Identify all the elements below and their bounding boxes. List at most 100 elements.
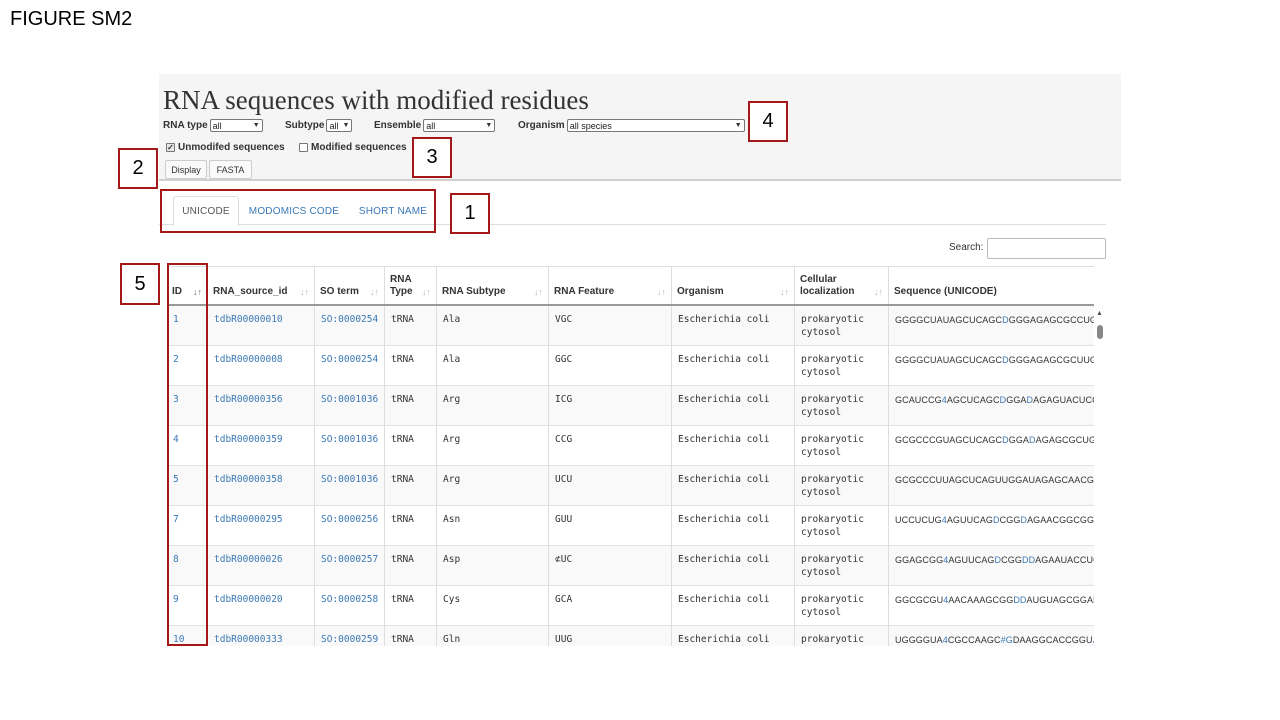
table-row[interactable]: 2 tdbR00000008 SO:0000254 tRNA Ala GGC Escheri… <box>167 346 1094 386</box>
row-localization: prokaryotic cytosol <box>795 466 889 505</box>
col-header-rna-source-id[interactable]: RNA_source_id ↓↑ <box>208 267 315 304</box>
row-rna-type: tRNA <box>385 506 437 545</box>
table-row[interactable]: 3 tdbR00000356 SO:0001036 tRNA Arg ICG Escheri… <box>167 386 1094 426</box>
table-scrollbar[interactable]: ▲ <box>1096 310 1104 646</box>
col-header-rna-type[interactable]: RNA Type ↓↑ <box>385 267 437 304</box>
modified-residue: D <box>993 515 1000 525</box>
sequence-segment: CGG <box>999 515 1021 525</box>
sequence-segment: AGUUCAG <box>946 515 994 525</box>
scroll-up-icon[interactable]: ▲ <box>1096 310 1103 317</box>
row-sequence: GCGCCCGUAGCUCAGCDGGADAGAGCGCUGCC#U <box>889 426 1094 465</box>
row-so-term[interactable]: SO:0000254 <box>315 346 385 385</box>
sequence-segment: GGGAGAGCGCCUGCUUV <box>1008 315 1094 325</box>
chevron-down-icon: ▼ <box>342 122 350 129</box>
row-source-id[interactable]: tdbR00000295 <box>208 506 315 545</box>
sequence-segment: AUGUAGCGGA <box>1026 595 1094 605</box>
page-title: RNA sequences with modified residues <box>163 85 589 115</box>
row-localization: prokaryotic cytosol <box>795 546 889 585</box>
sequence-segment: CGCCAAGC <box>947 635 1001 645</box>
sort-icon: ↓↑ <box>300 287 309 297</box>
row-feature: ⊄UC <box>549 546 672 585</box>
sequence-segment: GGGGCUAUAGCUCAGC <box>895 355 1003 365</box>
ensemble-select[interactable]: all ▼ <box>423 119 496 132</box>
subtype-select[interactable]: all ▼ <box>326 119 353 132</box>
rna-type-select[interactable]: all ▼ <box>209 119 263 132</box>
row-organism: Escherichia coli <box>672 466 795 505</box>
row-organism: Escherichia coli <box>672 546 795 585</box>
row-subtype: Gln <box>437 626 549 646</box>
table-row[interactable]: 10 tdbR00000333 SO:0000259 tRNA Gln UUG Escher… <box>167 626 1094 646</box>
rna-sequences-app: RNA sequences with modified residues RNA… <box>159 74 1121 646</box>
col-header-so-term[interactable]: SO term ↓↑ <box>315 267 385 304</box>
row-subtype: Cys <box>437 586 549 625</box>
row-so-term[interactable]: SO:0000254 <box>315 306 385 345</box>
row-localization: prokaryotic cytosol <box>795 386 889 425</box>
unmodified-checkbox[interactable]: ✓ <box>166 143 175 152</box>
table-row[interactable]: 9 tdbR00000020 SO:0000258 tRNA Cys GCA Escheri… <box>167 586 1094 626</box>
table-row[interactable]: 1 tdbR00000010 SO:0000254 tRNA Ala VGC Escheri… <box>167 306 1094 346</box>
row-sequence: GGAGCGG4AGUUCAGDCGGDDAGAAUACCUGCCU <box>889 546 1094 585</box>
row-rna-type: tRNA <box>385 546 437 585</box>
row-rna-type: tRNA <box>385 626 437 646</box>
sequence-table: ID ↓↑ RNA_source_id ↓↑ SO term ↓↑ RNA Type ↓… <box>167 266 1094 646</box>
display-button[interactable]: Display <box>165 160 207 179</box>
row-feature: ICG <box>549 386 672 425</box>
row-subtype: Asp <box>437 546 549 585</box>
row-so-term[interactable]: SO:0001036 <box>315 466 385 505</box>
col-header-organism[interactable]: Organism ↓↑ <box>672 267 795 304</box>
row-source-id[interactable]: tdbR00000356 <box>208 386 315 425</box>
figure-label: FIGURE SM2 <box>10 8 133 30</box>
annotation-number: 1 <box>450 193 490 234</box>
col-header-label: RNA Feature <box>554 286 615 297</box>
row-organism: Escherichia coli <box>672 586 795 625</box>
row-source-id[interactable]: tdbR00000359 <box>208 426 315 465</box>
row-source-id[interactable]: tdbR00000358 <box>208 466 315 505</box>
scrollbar-thumb[interactable] <box>1097 325 1103 339</box>
annotation-number: 3 <box>412 137 452 178</box>
row-source-id[interactable]: tdbR00000020 <box>208 586 315 625</box>
col-header-rna-subtype[interactable]: RNA Subtype ↓↑ <box>437 267 549 304</box>
col-header-rna-feature[interactable]: RNA Feature ↓↑ <box>549 267 672 304</box>
row-so-term[interactable]: SO:0001036 <box>315 386 385 425</box>
col-header-label: RNA_source_id <box>213 286 288 297</box>
table-row[interactable]: 5 tdbR00000358 SO:0001036 tRNA Arg UCU Escheri… <box>167 466 1094 506</box>
filter-panel: RNA sequences with modified residues RNA… <box>159 74 1121 181</box>
row-so-term[interactable]: SO:0000259 <box>315 626 385 646</box>
row-so-term[interactable]: SO:0001036 <box>315 426 385 465</box>
col-header-label: Cellular localization <box>800 274 855 297</box>
table-row[interactable]: 7 tdbR00000295 SO:0000256 tRNA Asn GUU Escheri… <box>167 506 1094 546</box>
row-localization: prokaryotic cytosol <box>795 306 889 345</box>
organism-filter: Organism all species ▼ <box>518 119 745 132</box>
search-input[interactable] <box>987 238 1106 259</box>
modified-checkbox[interactable] <box>299 143 308 152</box>
annotation-number: 2 <box>118 148 158 189</box>
col-header-label: Organism <box>677 286 724 297</box>
table-row[interactable]: 4 tdbR00000359 SO:0001036 tRNA Arg CCG Escheri… <box>167 426 1094 466</box>
row-localization: prokaryotic cytosol <box>795 586 889 625</box>
table-row[interactable]: 8 tdbR00000026 SO:0000257 tRNA Asp ⊄UC Escheri… <box>167 546 1094 586</box>
row-so-term[interactable]: SO:0000256 <box>315 506 385 545</box>
row-source-id[interactable]: tdbR00000010 <box>208 306 315 345</box>
modified-residue: DD <box>1021 555 1036 565</box>
row-feature: UUG <box>549 626 672 646</box>
row-so-term[interactable]: SO:0000258 <box>315 586 385 625</box>
row-rna-type: tRNA <box>385 386 437 425</box>
sort-icon: ↓↑ <box>657 287 666 297</box>
row-rna-type: tRNA <box>385 306 437 345</box>
row-organism: Escherichia coli <box>672 626 795 646</box>
ensemble-value: all <box>426 120 436 131</box>
row-source-id[interactable]: tdbR00000008 <box>208 346 315 385</box>
col-header-cellular-localization[interactable]: Cellular localization ↓↑ <box>795 267 889 304</box>
row-source-id[interactable]: tdbR00000026 <box>208 546 315 585</box>
row-sequence: GCGCCCUUAGCUCAGUUGGAUAGAGCAACGAC#U <box>889 466 1094 505</box>
col-header-sequence[interactable]: Sequence (UNICODE) <box>889 267 1094 304</box>
modified-residue: #G <box>1000 635 1013 645</box>
fasta-button[interactable]: FASTA <box>209 160 252 179</box>
annotation-number: 5 <box>120 263 160 305</box>
row-so-term[interactable]: SO:0000257 <box>315 546 385 585</box>
row-source-id[interactable]: tdbR00000333 <box>208 626 315 646</box>
row-subtype: Arg <box>437 386 549 425</box>
organism-select[interactable]: all species ▼ <box>566 119 745 132</box>
sequence-segment: GGA <box>1008 435 1030 445</box>
row-subtype: Ala <box>437 346 549 385</box>
